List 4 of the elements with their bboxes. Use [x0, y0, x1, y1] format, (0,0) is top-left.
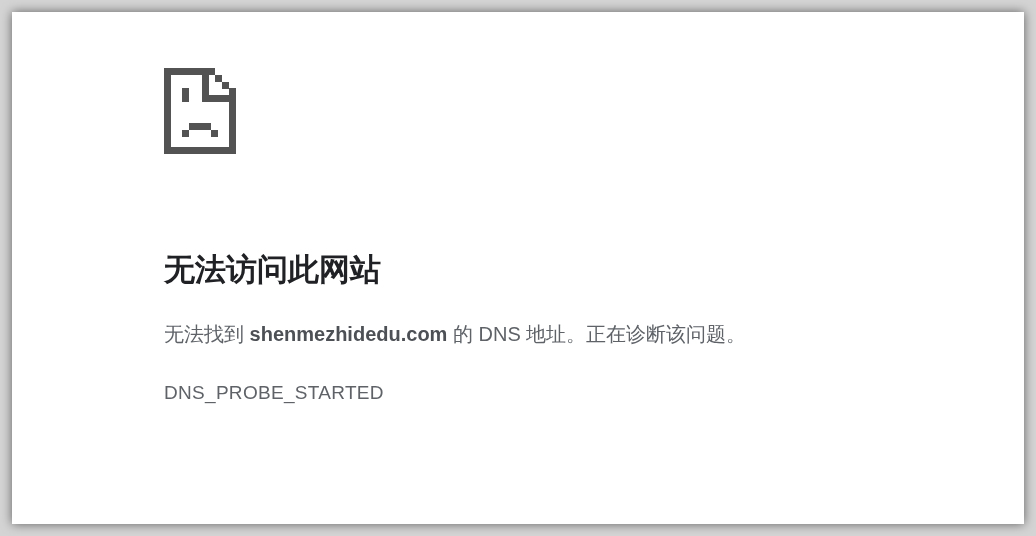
- error-message: 无法找到 shenmezhidedu.com 的 DNS 地址。正在诊断该问题。: [164, 322, 747, 347]
- error-code: DNS_PROBE_STARTED: [164, 381, 384, 406]
- error-heading: 无法访问此网站: [164, 251, 381, 289]
- sad-document-icon: [164, 68, 236, 154]
